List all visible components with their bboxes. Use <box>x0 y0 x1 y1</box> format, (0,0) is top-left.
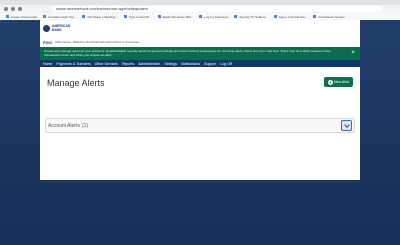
nav-support[interactable]: Support <box>204 62 216 66</box>
bookmark-icon <box>6 15 9 18</box>
url-text: secure.americanbank.com/business/user-ap… <box>56 7 149 11</box>
bookmark-item[interactable]: GS Chase 1 Banking... <box>82 15 118 19</box>
bookmark-icon <box>157 15 161 18</box>
nav-payments-transfers[interactable]: Payments & Transfers <box>56 62 90 66</box>
bookmark-icon <box>199 15 203 18</box>
plus-icon: + <box>328 79 333 85</box>
bookmark-item[interactable]: Type to Search... <box>123 15 152 19</box>
forward-icon[interactable] <box>11 7 15 11</box>
nav-administration[interactable]: Administration <box>138 62 160 66</box>
app-container: AMERICAN BANK FDIC FDIC-Insured - Backed… <box>40 20 360 180</box>
bookmark-item[interactable]: Agency TO Settlem... <box>234 15 268 19</box>
nav-reports[interactable]: Reports <box>122 62 134 66</box>
banner-message: Create and manage alerts for your accoun… <box>44 49 331 57</box>
logo-text: AMERICAN BANK <box>52 24 71 32</box>
bookmark-icon <box>234 15 238 18</box>
eagle-icon <box>43 25 50 33</box>
back-icon[interactable] <box>4 7 8 11</box>
new-alert-label: New Alert <box>334 80 349 84</box>
bookmark-item[interactable]: Consider Login Typ... <box>43 15 76 19</box>
bookmark-icon <box>313 15 317 18</box>
bookmark-item[interactable]: Log in | Adventure <box>199 15 228 19</box>
account-alerts-heading: Account Alerts (1) <box>48 123 89 129</box>
address-bar[interactable]: secure.americanbank.com/business/user-ap… <box>52 6 382 12</box>
nav-settings[interactable]: Settings <box>164 62 177 66</box>
browser-toolbar: secure.americanbank.com/business/user-ap… <box>0 5 400 13</box>
nav-log-off[interactable]: Log Off <box>220 62 231 66</box>
fdic-notice: FDIC FDIC-Insured - Backed by the full f… <box>43 40 139 45</box>
bookmark-item[interactable]: Compliance System <box>313 15 345 19</box>
nav-notifications[interactable]: Notifications <box>181 62 200 66</box>
bookmark-icon <box>43 15 47 18</box>
bookmark-item[interactable]: Watch the Game 200... <box>157 15 193 19</box>
account-alerts-panel[interactable]: Account Alerts (1) <box>45 118 355 133</box>
site-header: AMERICAN BANK FDIC FDIC-Insured - Backed… <box>40 20 360 47</box>
bookmark-icon <box>82 15 86 18</box>
account-alerts-count: (1) <box>81 123 89 129</box>
fdic-logo: FDIC <box>43 40 53 45</box>
main-nav: Home Payments & Transfers Other Services… <box>40 60 360 67</box>
page-background: AMERICAN BANK FDIC FDIC-Insured - Backed… <box>0 20 400 245</box>
expand-button[interactable] <box>341 120 352 131</box>
bookmark-item[interactable]: Career Cloud Login <box>6 15 37 19</box>
browser-nav-icons <box>4 7 22 11</box>
new-alert-button[interactable]: + New Alert <box>324 77 353 87</box>
fdic-text: FDIC-Insured - Backed by the full faith … <box>55 41 140 44</box>
info-banner: Create and manage alerts for your accoun… <box>40 47 360 60</box>
page-title: Manage Alerts <box>47 78 105 88</box>
bookmark-icon <box>273 15 277 18</box>
bookmark-icon <box>123 15 127 18</box>
bank-logo[interactable]: AMERICAN BANK <box>43 24 71 33</box>
reload-icon[interactable] <box>18 7 22 11</box>
nav-home[interactable]: Home <box>43 62 52 66</box>
chevron-down-icon <box>343 121 350 128</box>
bookmark-item[interactable]: Log in | Central Gla... <box>273 15 307 19</box>
close-icon[interactable]: × <box>350 50 356 56</box>
nav-other-services[interactable]: Other Services <box>95 62 118 66</box>
